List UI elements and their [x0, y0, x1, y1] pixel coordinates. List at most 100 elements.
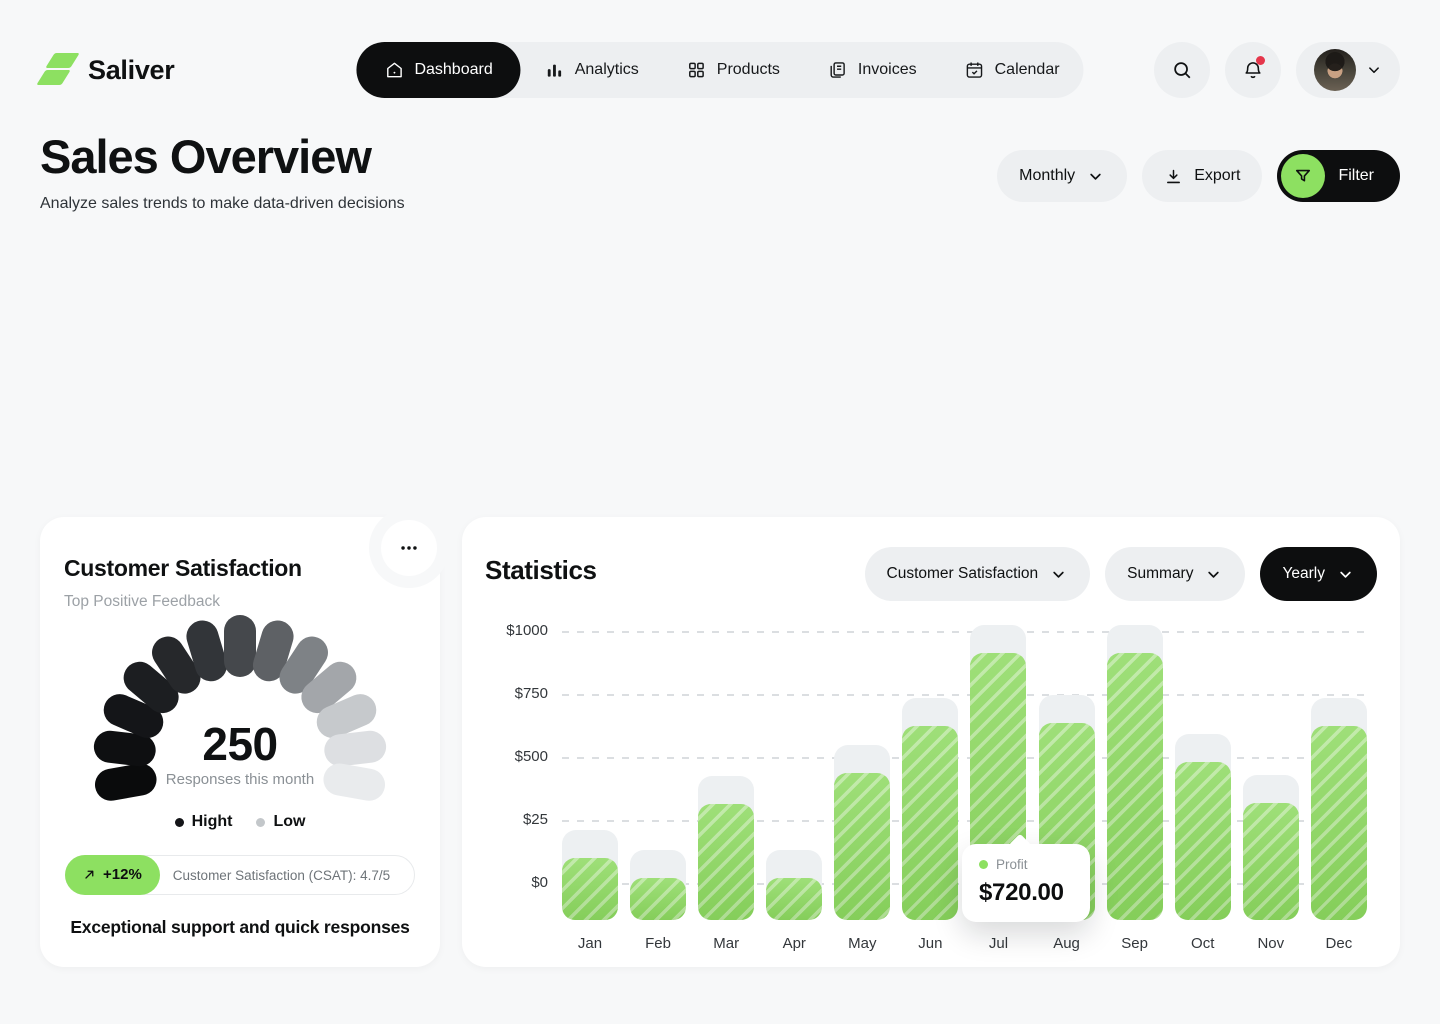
y-axis-tick-label: $25	[462, 811, 548, 828]
chevron-down-icon	[1204, 565, 1223, 584]
x-axis-label: Jan	[562, 935, 618, 952]
growth-badge-value: +12%	[103, 866, 142, 883]
avatar	[1314, 49, 1356, 91]
nav-item-invoices[interactable]: Invoices	[804, 42, 941, 98]
brand-logo: Saliver	[40, 50, 174, 90]
bar-nov[interactable]: Nov	[1243, 617, 1299, 920]
calendar-icon	[965, 60, 985, 80]
x-axis-label: Jun	[902, 935, 958, 952]
x-axis-label: Aug	[1039, 935, 1095, 952]
nav-item-label: Analytics	[575, 61, 639, 79]
export-button-label: Export	[1194, 167, 1240, 185]
tooltip-header: Profit	[979, 857, 1090, 872]
lightning-logo-icon	[40, 50, 76, 90]
legend-dot-high	[175, 818, 184, 827]
nav-item-products[interactable]: Products	[663, 42, 804, 98]
x-axis-label: Feb	[630, 935, 686, 952]
header-controls: Monthly Export Filter	[997, 150, 1400, 202]
legend-dot-low	[256, 818, 265, 827]
gauge-value: 250	[40, 717, 440, 771]
profile-menu[interactable]	[1296, 42, 1400, 98]
x-axis-label: May	[834, 935, 890, 952]
nav-item-analytics[interactable]: Analytics	[521, 42, 663, 98]
x-axis-label: Dec	[1311, 935, 1367, 952]
gauge-segment	[224, 615, 256, 677]
card-subtitle: Top Positive Feedback	[64, 593, 220, 611]
chevron-down-icon	[1086, 167, 1105, 186]
nav-item-calendar[interactable]: Calendar	[941, 42, 1084, 98]
bar-sep[interactable]: Sep	[1107, 617, 1163, 920]
topbar: Saliver Dashboard Analytics Products Invoic…	[40, 42, 1400, 98]
y-axis-tick-label: $0	[462, 874, 548, 891]
x-axis-label: Nov	[1243, 935, 1299, 952]
search-icon	[1171, 59, 1193, 81]
csat-summary-row: +12% Customer Satisfaction (CSAT): 4.7/5	[65, 855, 415, 895]
period-dropdown[interactable]: Monthly	[997, 150, 1127, 202]
view-dropdown[interactable]: Summary	[1105, 547, 1245, 601]
bar-value	[834, 773, 890, 920]
trend-up-icon	[83, 868, 96, 881]
card-title: Customer Satisfaction	[64, 555, 302, 582]
card-menu-button[interactable]	[381, 520, 437, 576]
page-header: Sales Overview Analyze sales trends to m…	[40, 130, 1400, 213]
chevron-down-icon	[1049, 565, 1068, 584]
analytics-icon	[545, 60, 565, 80]
cards-row: Customer Satisfaction Top Positive Feedb…	[40, 517, 1400, 967]
bar-oct[interactable]: Oct	[1175, 617, 1231, 920]
tooltip-series-dot	[979, 860, 988, 869]
customer-satisfaction-card: Customer Satisfaction Top Positive Feedb…	[40, 517, 440, 967]
invoices-icon	[828, 60, 848, 80]
filter-button-label: Filter	[1338, 167, 1374, 185]
legend-item-low: Low	[256, 813, 305, 831]
nav-item-label: Products	[717, 61, 780, 79]
bar-feb[interactable]: Feb	[630, 617, 686, 920]
bar-value	[1107, 653, 1163, 920]
legend-label-low: Low	[273, 813, 305, 831]
x-axis-label: Mar	[698, 935, 754, 952]
bar-apr[interactable]: Apr	[766, 617, 822, 920]
bar-value	[1311, 726, 1367, 920]
y-axis-tick-label: $500	[462, 748, 548, 765]
x-axis-label: Apr	[766, 935, 822, 952]
card-title: Statistics	[485, 555, 597, 586]
bar-value	[1175, 762, 1231, 920]
bar-value	[698, 804, 754, 920]
range-dropdown[interactable]: Yearly	[1260, 547, 1377, 601]
bar-value	[562, 858, 618, 920]
notification-badge	[1256, 56, 1265, 65]
funnel-icon	[1281, 154, 1325, 198]
bar-jan[interactable]: Jan	[562, 617, 618, 920]
topbar-actions	[1154, 42, 1400, 98]
ellipsis-icon	[398, 537, 420, 559]
bar-value	[766, 878, 822, 920]
filter-button[interactable]: Filter	[1277, 150, 1400, 202]
gauge-caption: Responses this month	[40, 771, 440, 788]
y-axis-tick-label: $1000	[462, 622, 548, 639]
chevron-down-icon	[1336, 565, 1355, 584]
bar-dec[interactable]: Dec	[1311, 617, 1367, 920]
nav-item-dashboard[interactable]: Dashboard	[356, 42, 520, 98]
notifications-button[interactable]	[1225, 42, 1281, 98]
x-axis-label: Jul	[970, 935, 1026, 952]
period-dropdown-label: Monthly	[1019, 167, 1075, 185]
chevron-down-icon	[1365, 61, 1383, 79]
bar-jun[interactable]: Jun	[902, 617, 958, 920]
nav-item-label: Calendar	[995, 61, 1060, 79]
statistics-controls: Customer Satisfaction Summary Yearly	[865, 547, 1377, 601]
bar-value	[902, 726, 958, 920]
download-icon	[1164, 167, 1183, 186]
nav-item-label: Invoices	[858, 61, 917, 79]
export-button[interactable]: Export	[1142, 150, 1262, 202]
bar-mar[interactable]: Mar	[698, 617, 754, 920]
search-button[interactable]	[1154, 42, 1210, 98]
metric-dropdown-label: Customer Satisfaction	[887, 565, 1039, 583]
bar-chart: JanFebMarAprMayJunJulAugSepOctNovDec Pro…	[562, 617, 1367, 920]
bar-may[interactable]: May	[834, 617, 890, 920]
metric-dropdown[interactable]: Customer Satisfaction	[865, 547, 1091, 601]
growth-badge: +12%	[65, 855, 160, 895]
main-nav: Dashboard Analytics Products Invoices Calend…	[356, 42, 1083, 98]
y-axis-tick-label: $750	[462, 685, 548, 702]
view-dropdown-label: Summary	[1127, 565, 1193, 583]
gauge-legend: Hight Low	[40, 813, 440, 831]
range-dropdown-label: Yearly	[1282, 565, 1325, 583]
